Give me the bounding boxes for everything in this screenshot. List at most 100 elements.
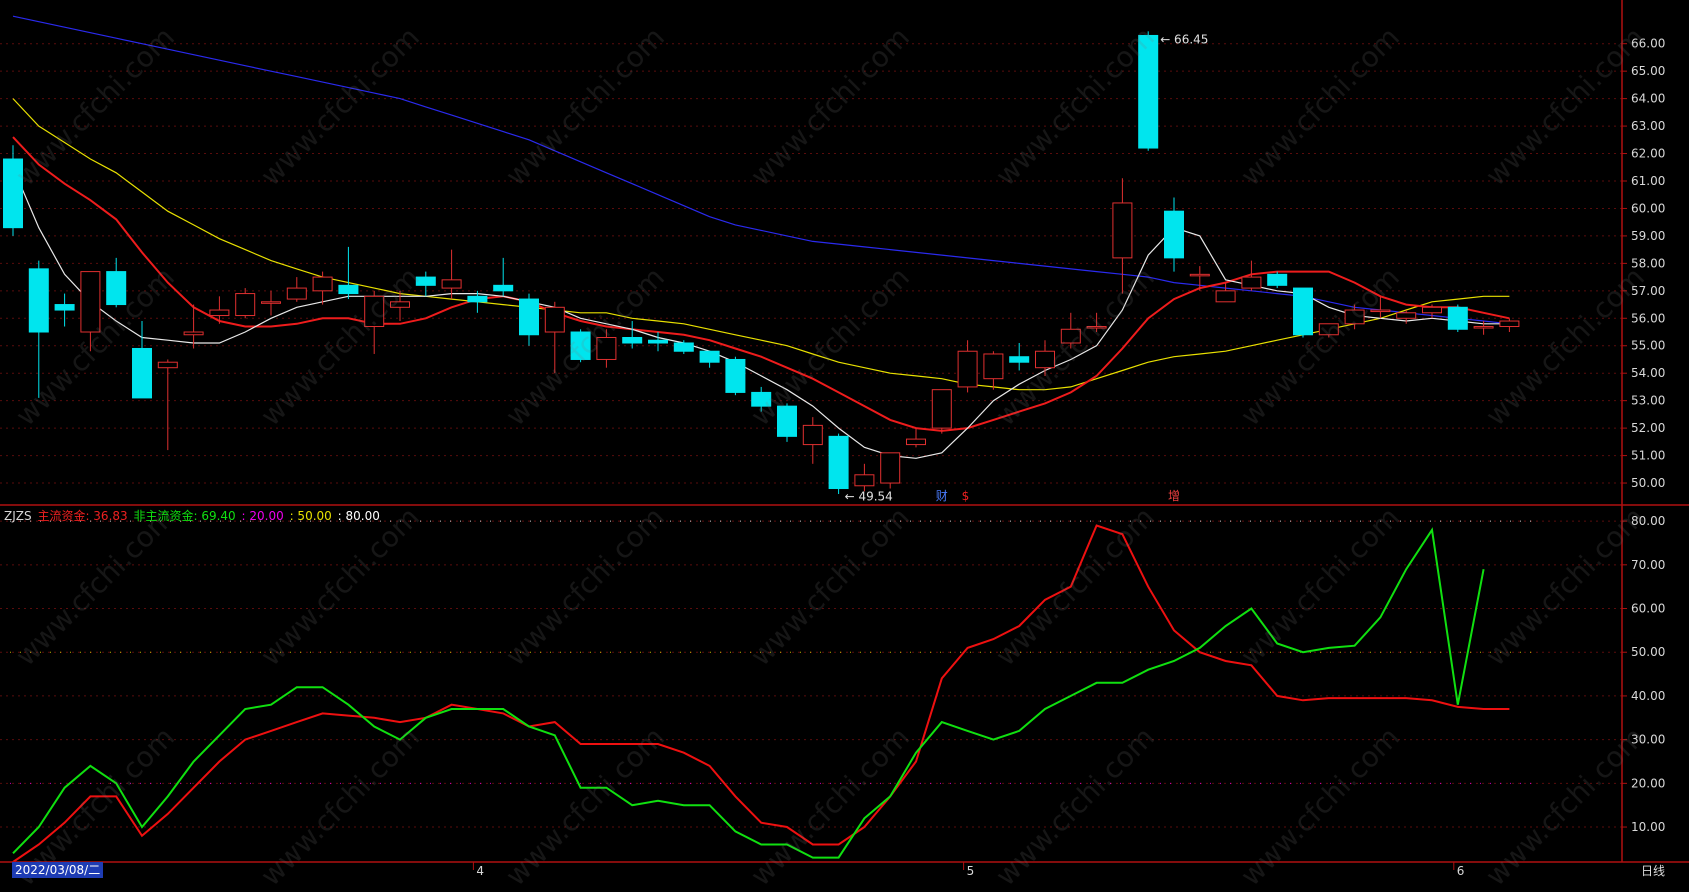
event-marker: 增 (1168, 489, 1180, 503)
candle (570, 329, 591, 363)
candle-body (312, 276, 333, 292)
price-tick-label: 53.00 (1631, 394, 1665, 408)
candle-body (1422, 306, 1442, 314)
indicator-header: ZJZS 主流资金: 36.83 非主流资金: 69.40 : 20.00 : … (4, 507, 382, 524)
month-label: 5 (967, 864, 975, 878)
candle-body (132, 347, 152, 399)
candle-body (1060, 328, 1081, 344)
candle-body (777, 405, 797, 437)
candle-body (1138, 34, 1159, 149)
month-label: 4 (476, 864, 484, 878)
candle (931, 389, 952, 434)
month-label: 6 (1457, 864, 1465, 878)
indicator-tick-label: 10.00 (1631, 820, 1665, 834)
candle-body (673, 342, 694, 352)
candle-body (1473, 326, 1494, 329)
event-marker: 财 (936, 489, 948, 503)
candle (777, 403, 797, 442)
indicator-tick-label: 50.00 (1631, 645, 1665, 659)
candle-body (519, 298, 539, 336)
candle-body (725, 358, 746, 393)
price-tick-label: 64.00 (1631, 92, 1665, 106)
candle-body (1241, 276, 1262, 289)
cursor-date-label: 2022/03/08/二 (12, 862, 104, 878)
period-label[interactable]: 日线 (1641, 862, 1665, 879)
candle-body (467, 295, 488, 303)
candle-body (1164, 210, 1184, 259)
price-tick-label: 66.00 (1631, 37, 1665, 51)
candle-body (931, 389, 952, 429)
candle-body (854, 474, 875, 487)
candle-body (235, 293, 256, 317)
candle-body (1112, 202, 1133, 259)
indicator-tick-label: 70.00 (1631, 558, 1665, 572)
candle-body (1318, 323, 1339, 336)
event-marker: $ (962, 489, 970, 503)
candle-body (441, 279, 462, 289)
candle-body (1344, 309, 1365, 325)
candle (828, 433, 849, 495)
candle-body (622, 337, 643, 344)
candle-body (648, 339, 668, 344)
ref-line-80-value: : 80.00 (337, 509, 380, 523)
candle-body (493, 284, 514, 292)
price-tick-label: 50.00 (1631, 476, 1665, 490)
candle-body (157, 361, 178, 369)
price-tick-label: 58.00 (1631, 256, 1665, 270)
price-tick-label: 55.00 (1631, 339, 1665, 353)
price-tick-label: 63.00 (1631, 119, 1665, 133)
candle-body (3, 158, 23, 229)
indicator-tick-label: 80.00 (1631, 514, 1665, 528)
candle-body (54, 304, 75, 311)
candle-body (28, 268, 49, 333)
low-price-label: ← 49.54 (845, 490, 893, 504)
candle-body (415, 276, 436, 286)
candle-body (338, 284, 359, 295)
candle-body (1447, 306, 1468, 330)
ref-line-20-value: : 20.00 (241, 509, 284, 523)
price-tick-label: 62.00 (1631, 147, 1665, 161)
price-tick-label: 52.00 (1631, 421, 1665, 435)
candle-body (906, 438, 926, 446)
candle-body (1370, 309, 1391, 313)
candle-body (1499, 320, 1520, 328)
candle-body (570, 331, 591, 360)
candle-body (106, 271, 127, 306)
candle-body (802, 424, 823, 446)
non-main-fund-value: 非主流资金: 69.40 (133, 509, 236, 523)
candle-body (983, 353, 1004, 380)
candle-body (183, 331, 204, 336)
candle-body (880, 452, 901, 484)
candle-body (80, 271, 101, 333)
price-tick-label: 61.00 (1631, 174, 1665, 188)
price-tick-label: 59.00 (1631, 229, 1665, 243)
candle-body (390, 301, 410, 308)
price-tick-label: 60.00 (1631, 201, 1665, 215)
candle-body (261, 301, 281, 304)
candle-body (1189, 273, 1210, 277)
candle (725, 356, 746, 396)
indicator-tick-label: 60.00 (1631, 602, 1665, 616)
price-tick-label: 51.00 (1631, 449, 1665, 463)
candle-body (1215, 290, 1236, 303)
price-tick-label: 57.00 (1631, 284, 1665, 298)
candle (1267, 271, 1288, 289)
candle-body (1396, 312, 1417, 319)
candle-body (209, 309, 230, 317)
high-price-label: ← 66.45 (1160, 32, 1208, 46)
price-tick-label: 56.00 (1631, 311, 1665, 325)
candle-body (596, 337, 617, 360)
candle-body (1267, 273, 1288, 286)
candle-body (1293, 287, 1313, 336)
candle-body (544, 306, 565, 333)
candle-body (286, 287, 307, 300)
ref-line-50-value: : 50.00 (289, 509, 332, 523)
price-tick-label: 54.00 (1631, 366, 1665, 380)
indicator-tick-label: 20.00 (1631, 776, 1665, 790)
main-fund-value: 主流资金: 36.83 (37, 509, 128, 523)
candle-body (364, 295, 385, 328)
price-tick-label: 65.00 (1631, 64, 1665, 78)
candle (1138, 31, 1159, 151)
kline-chart: ← 66.45← 49.54 财 $ 增 66.0065.0064.0063.0062… (0, 0, 1689, 879)
candle-body (828, 435, 849, 490)
